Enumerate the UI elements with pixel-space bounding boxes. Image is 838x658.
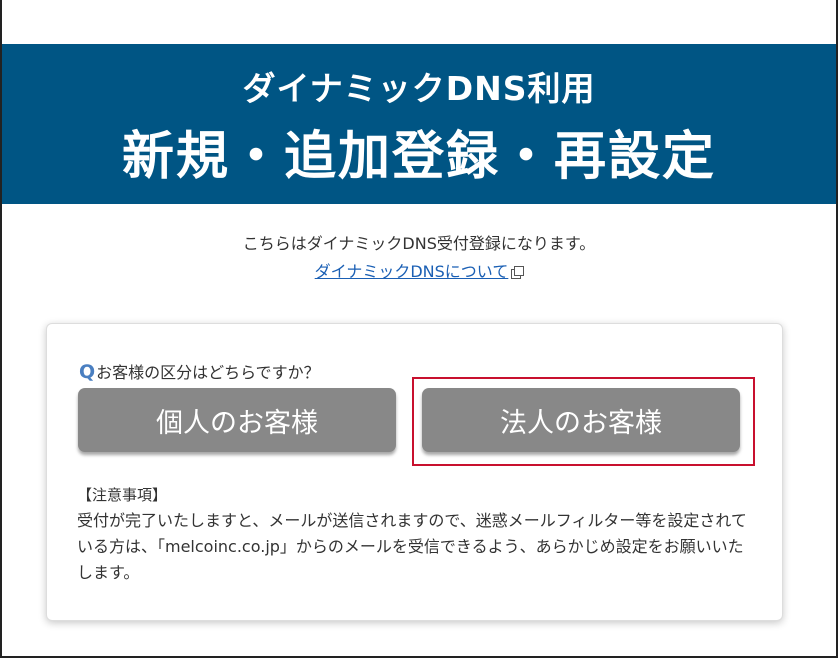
about-dynamic-dns-link[interactable]: ダイナミックDNSについて xyxy=(315,262,509,281)
page-frame: ダイナミックDNS利用 新規・追加登録・再設定 こちらはダイナミックDNS受付登… xyxy=(0,0,838,658)
question-text: お客様の区分はどちらですか？ xyxy=(96,363,320,382)
notice-heading: 【注意事項】 xyxy=(77,486,168,504)
individual-customer-label: 個人のお客様 xyxy=(156,407,318,439)
external-link-icon xyxy=(511,266,525,279)
intro-link-row: ダイナミックDNSについて xyxy=(2,258,836,282)
hero-subtitle: ダイナミックDNS利用 xyxy=(242,69,596,108)
corporate-customer-label: 法人のお客様 xyxy=(500,407,662,439)
notice-body: 受付が完了いたしますと、メールが送信されますので、迷惑メールフィルター等を設定さ… xyxy=(77,511,747,582)
individual-customer-button[interactable]: 個人のお客様 xyxy=(78,388,396,452)
corporate-customer-button[interactable]: 法人のお客様 xyxy=(422,388,740,452)
customer-type-card: Qお客様の区分はどちらですか？ 個人のお客様 法人のお客様 【注意事項】 受付が… xyxy=(46,323,783,621)
intro-text: こちらはダイナミックDNS受付登録になります。 xyxy=(242,234,596,253)
hero-banner: ダイナミックDNS利用 新規・追加登録・再設定 xyxy=(2,44,836,204)
customer-type-question: Qお客様の区分はどちらですか？ xyxy=(79,359,320,383)
about-dynamic-dns-link-label: ダイナミックDNSについて xyxy=(314,262,509,281)
question-mark: Q xyxy=(79,361,96,383)
page-title: 新規・追加登録・再設定 xyxy=(121,127,716,187)
